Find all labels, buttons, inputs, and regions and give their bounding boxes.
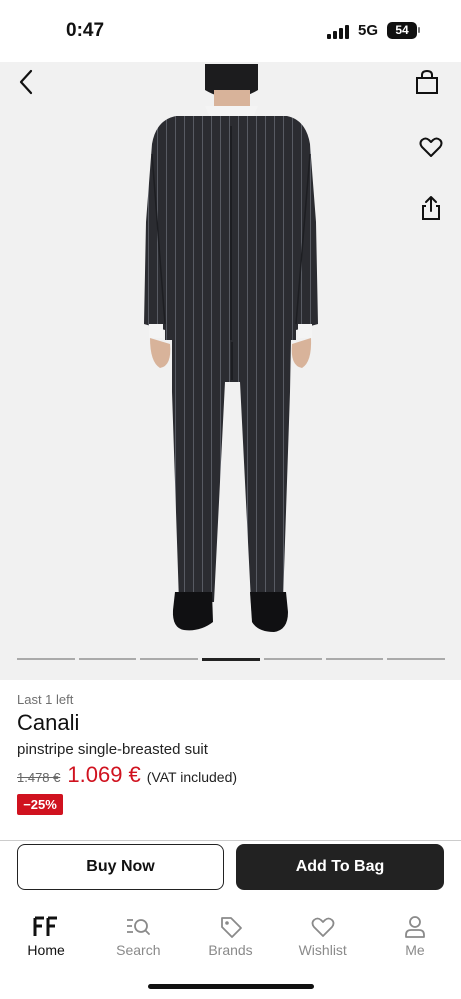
- discount-badge: −25%: [17, 794, 63, 815]
- divider: [0, 840, 461, 841]
- carousel-dot[interactable]: [17, 658, 75, 660]
- tab-search[interactable]: Search: [92, 906, 184, 966]
- back-button[interactable]: [12, 66, 40, 98]
- chevron-left-icon: [19, 69, 33, 95]
- tab-brands[interactable]: Brands: [184, 906, 276, 966]
- tab-home[interactable]: Home: [0, 906, 92, 966]
- price-row: 1.478 € 1.069 € (VAT included): [17, 762, 237, 790]
- brand-name[interactable]: Canali: [17, 710, 79, 736]
- stock-note: Last 1 left: [17, 692, 74, 707]
- battery-cap: [418, 27, 420, 33]
- carousel-dot[interactable]: [325, 658, 384, 660]
- person-icon: [405, 916, 425, 938]
- suit-model-illustration: [144, 64, 318, 632]
- carousel-dot[interactable]: [78, 658, 137, 660]
- tag-icon: [220, 917, 242, 938]
- farfetch-logo-icon: [33, 916, 58, 936]
- tab-me[interactable]: Me: [369, 906, 461, 966]
- search-icon: [127, 919, 151, 935]
- carousel-dot[interactable]: [263, 658, 322, 660]
- tab-label: Me: [405, 942, 425, 958]
- image-carousel-indicator[interactable]: [17, 658, 446, 661]
- shopping-bag-icon: [416, 69, 438, 94]
- share-icon: [422, 196, 440, 220]
- tab-wishlist[interactable]: Wishlist: [277, 906, 369, 966]
- network-label: 5G: [358, 22, 379, 39]
- carousel-dot[interactable]: [140, 658, 199, 660]
- tab-label: Search: [116, 942, 161, 958]
- shopping-bag-button[interactable]: [412, 66, 442, 98]
- buy-now-button[interactable]: Buy Now: [17, 844, 224, 890]
- add-to-bag-button[interactable]: Add To Bag: [236, 844, 444, 890]
- carousel-dot[interactable]: [202, 658, 260, 661]
- tab-label: Brands: [208, 942, 253, 958]
- bottom-tab-bar: Home Search Brands Wishlist Me: [0, 906, 461, 966]
- heart-icon: [311, 917, 335, 937]
- original-price: 1.478 €: [17, 770, 61, 785]
- tab-label: Home: [27, 942, 65, 958]
- tab-label: Wishlist: [298, 942, 347, 958]
- home-indicator: [148, 984, 314, 989]
- heart-icon: [419, 137, 443, 157]
- status-time: 0:47: [66, 20, 105, 41]
- vat-note: (VAT included): [146, 769, 238, 785]
- battery-icon: 54: [387, 22, 417, 39]
- wishlist-button[interactable]: [416, 132, 446, 162]
- status-bar: 0:47 5G 54: [0, 0, 461, 62]
- product-image[interactable]: [0, 62, 461, 680]
- sale-price: 1.069 €: [67, 762, 141, 787]
- product-description: pinstripe single-breasted suit: [17, 741, 208, 758]
- carousel-dot[interactable]: [387, 658, 446, 660]
- signal-icon: [327, 25, 351, 39]
- share-button[interactable]: [416, 192, 446, 224]
